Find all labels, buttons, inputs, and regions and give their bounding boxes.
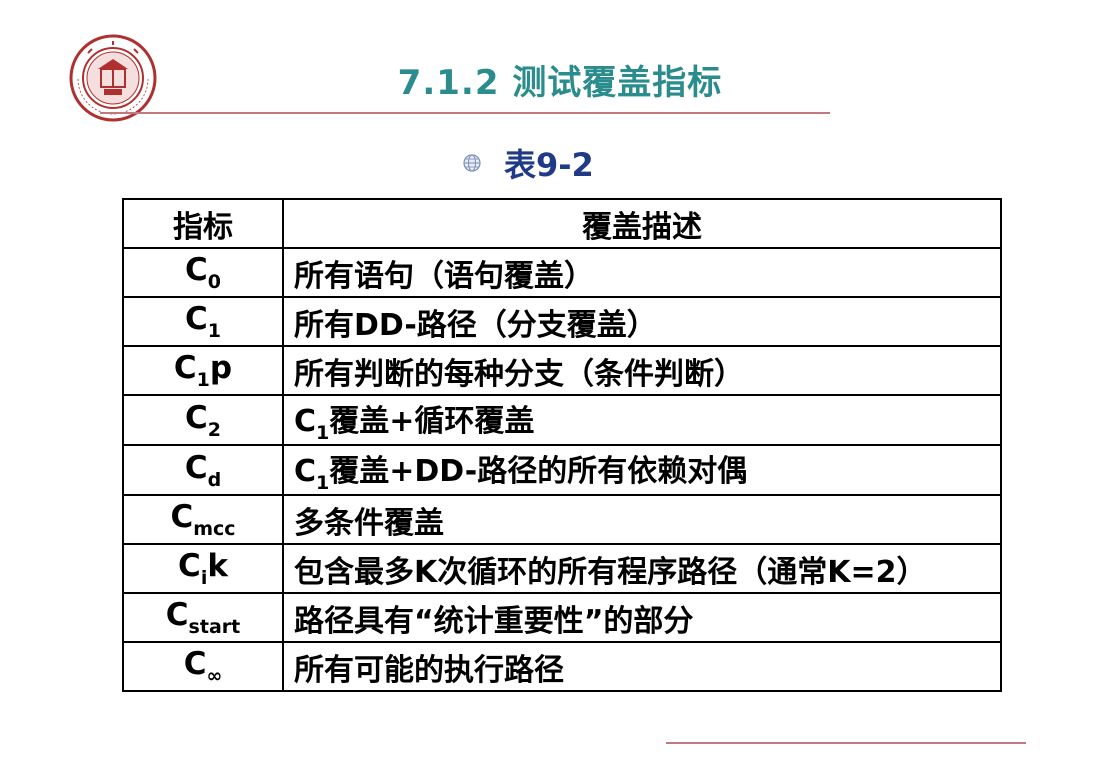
table-header-row: 指标 覆盖描述 [122,198,1002,249]
metric-base: C [170,499,194,535]
header-metric: 指标 [122,198,284,249]
metric-cell: C1 [122,296,284,347]
description-text: 所有DD-路径（分支覆盖） [294,307,657,343]
footer-divider [666,742,1026,744]
metric-sub: mcc [193,518,236,540]
table-row: Cstart 路径具有“统计重要性”的部分 [122,592,1002,643]
desc-prefix-sub: 1 [316,472,330,494]
description-text: 所有语句（语句覆盖） [294,258,594,294]
metric-base: C [178,548,201,584]
description-cell: 所有DD-路径（分支覆盖） [282,296,1002,347]
description-cell: C1覆盖+循环覆盖 [282,394,1002,446]
description-cell: 路径具有“统计重要性”的部分 [282,592,1002,643]
metric-cell: C2 [122,394,284,446]
metric-sub: 2 [207,418,221,441]
description-cell: 所有语句（语句覆盖） [282,247,1002,298]
description-text: 所有可能的执行路径 [294,652,564,688]
page-title: 7.1.2 测试覆盖指标 [397,63,723,103]
metric-cell: C0 [122,247,284,298]
metric-cell: Cstart [122,592,284,643]
table-row: Cmcc 多条件覆盖 [122,494,1002,545]
description-text: 路径具有“统计重要性”的部分 [294,603,694,639]
description-cell: 所有可能的执行路径 [282,641,1002,692]
metric-base: C [185,301,208,337]
metric-sub: d [207,468,222,491]
description-cell: 所有判断的每种分支（条件判断） [282,345,1002,396]
table-row: Cd C1覆盖+DD-路径的所有依赖对偶 [122,444,1002,496]
metric-base: C [185,399,208,436]
metric-base: C [165,597,189,633]
description-cell: 包含最多K次循环的所有程序路径（通常K=2） [282,543,1002,594]
header-description: 覆盖描述 [282,198,1002,249]
table-caption: 表9-2 [504,146,594,184]
metric-base: C [173,350,197,386]
metric-suffix: k [207,548,228,584]
metric-cell: Cmcc [122,494,284,545]
description-text: 覆盖+DD-路径的所有依赖对偶 [329,454,748,489]
description-text: 包含最多K次循环的所有程序路径（通常K=2） [294,554,927,590]
metric-sub: 1 [196,369,210,391]
globe-bullet-icon [463,154,481,172]
metric-sub: 1 [207,320,221,342]
metric-cell: Cd [122,444,284,496]
metric-base: C [184,449,208,486]
table-row: C1p 所有判断的每种分支（条件判断） [122,345,1002,396]
university-seal-icon [69,34,157,122]
metric-cell: C∞ [122,641,284,692]
subtitle-row: 表9-2 [462,140,594,186]
table-row: C1 所有DD-路径（分支覆盖） [122,296,1002,347]
metric-base: C [185,252,208,288]
desc-prefix: C [294,454,317,489]
metric-sub: ∞ [206,665,223,687]
metric-cell: Cik [122,543,284,594]
description-cell: 多条件覆盖 [282,494,1002,545]
title-divider [100,112,830,114]
coverage-metrics-table: 指标 覆盖描述 C0 所有语句（语句覆盖） C1 所有DD-路径（分支覆盖） C1p 所有… [122,198,1002,692]
table-row: Cik 包含最多K次循环的所有程序路径（通常K=2） [122,543,1002,594]
description-cell: C1覆盖+DD-路径的所有依赖对偶 [282,444,1002,496]
table-row: C∞ 所有可能的执行路径 [122,641,1002,692]
metric-sub: start [188,616,241,638]
description-text: 覆盖+循环覆盖 [329,404,535,439]
desc-prefix-sub: 1 [316,422,330,444]
metric-suffix: p [209,350,233,386]
description-text: 所有判断的每种分支（条件判断） [294,356,744,392]
metric-sub: 0 [207,271,221,293]
description-text: 多条件覆盖 [294,505,444,541]
metric-base: C [183,646,207,682]
desc-prefix: C [294,404,317,439]
table-row: C0 所有语句（语句覆盖） [122,247,1002,298]
metric-cell: C1p [122,345,284,396]
table-row: C2 C1覆盖+循环覆盖 [122,394,1002,446]
